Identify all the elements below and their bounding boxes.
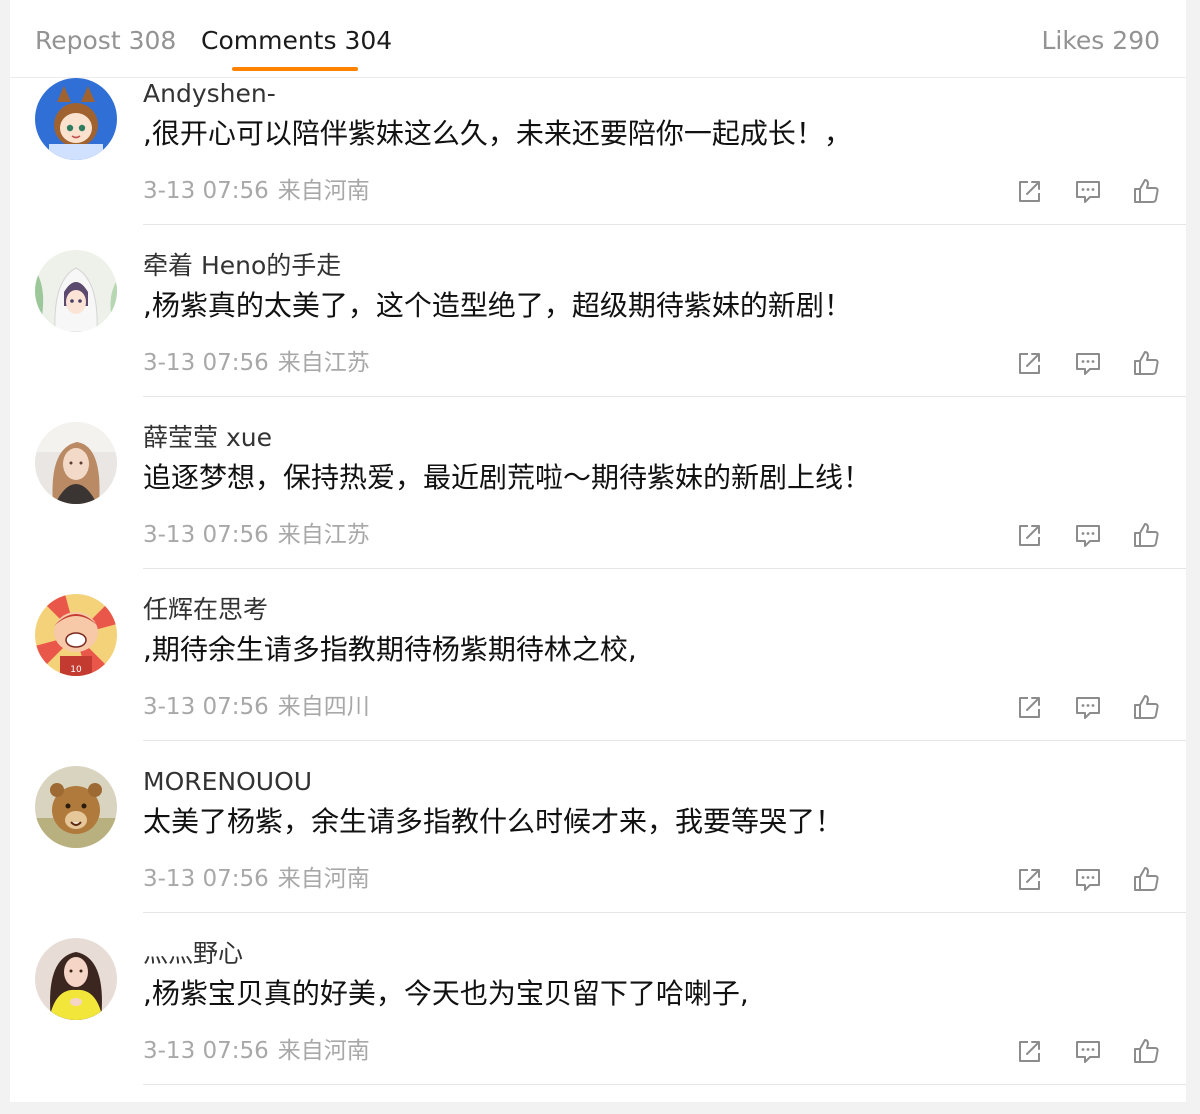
comment-time: 3-13 07:56 xyxy=(143,350,269,376)
tab-repost[interactable]: Repost 308 xyxy=(35,24,176,58)
active-tab-indicator xyxy=(232,67,358,71)
comment-location: 来自河南 xyxy=(277,1038,370,1064)
comment-text: 太美了杨紫，余生请多指教什么时候才来，我要等哭了！ xyxy=(143,805,844,838)
comment-item: 灬灬野心 ,杨紫宝贝真的好美，今天也为宝贝留下了哈喇子, 3-13 07:56 来… xyxy=(10,938,1186,1102)
comment-time: 3-13 07:56 xyxy=(143,522,269,548)
comment-icon[interactable] xyxy=(1073,176,1103,206)
comment-location: 来自江苏 xyxy=(277,350,370,376)
comment-meta: 3-13 07:56 来自河南 xyxy=(143,1036,370,1066)
comment-icon[interactable] xyxy=(1073,692,1103,722)
comment-meta: 3-13 07:56 来自河南 xyxy=(143,176,370,206)
comment-meta: 3-13 07:56 来自河南 xyxy=(143,864,370,894)
comment-icon[interactable] xyxy=(1073,864,1103,894)
comment-item: 薛莹莹 xue 追逐梦想，保持热爱，最近剧荒啦～期待紫妹的新剧上线！ 3-13 … xyxy=(10,422,1186,594)
comment-time: 3-13 07:56 xyxy=(143,866,269,892)
comment-location: 来自河南 xyxy=(277,866,370,892)
comment-meta: 3-13 07:56 来自江苏 xyxy=(143,348,370,378)
comment-time: 3-13 07:56 xyxy=(143,694,269,720)
comment-time: 3-13 07:56 xyxy=(143,178,269,204)
comment-divider xyxy=(143,1084,1186,1085)
comment-meta: 3-13 07:56 来自四川 xyxy=(143,692,370,722)
comment-text: 追逐梦想，保持热爱，最近剧荒啦～期待紫妹的新剧上线！ xyxy=(143,461,872,494)
repost-icon[interactable] xyxy=(1015,692,1045,722)
comment-item: Andyshen- ,很开心可以陪伴紫妹这么久，未来还要陪你一起成长！， 3-1… xyxy=(10,78,1186,250)
lion-cub-avatar-icon[interactable] xyxy=(35,766,117,848)
comment-text: ,杨紫宝贝真的好美，今天也为宝贝留下了哈喇子, xyxy=(143,977,749,1010)
like-icon[interactable] xyxy=(1131,348,1161,378)
repost-icon[interactable] xyxy=(1015,1036,1045,1066)
comment-text: ,很开心可以陪伴紫妹这么久，未来还要陪你一起成长！， xyxy=(143,117,852,150)
like-icon[interactable] xyxy=(1131,176,1161,206)
tab-likes[interactable]: Likes 290 xyxy=(1041,24,1160,58)
comment-username[interactable]: 薛莹莹 xue xyxy=(143,422,272,454)
comment-username[interactable]: 牵着 Heno的手走 xyxy=(143,250,341,282)
comment-text: ,期待余生请多指教期待杨紫期待林之校, xyxy=(143,633,637,666)
repost-icon[interactable] xyxy=(1015,176,1045,206)
comment-time: 3-13 07:56 xyxy=(143,1038,269,1064)
like-icon[interactable] xyxy=(1131,520,1161,550)
comment-location: 来自四川 xyxy=(277,694,370,720)
tab-comments[interactable]: Comments 304 xyxy=(201,24,393,71)
comment-location: 来自河南 xyxy=(277,178,370,204)
cartoon-girl-avatar-icon[interactable] xyxy=(35,78,117,160)
comment-item: MORENOUOU 太美了杨紫，余生请多指教什么时候才来，我要等哭了！ 3-13… xyxy=(10,766,1186,938)
comment-meta: 3-13 07:56 来自江苏 xyxy=(143,520,370,550)
tab-bar: Repost 308 Comments 304 Likes 290 xyxy=(10,0,1186,78)
repost-icon[interactable] xyxy=(1015,864,1045,894)
comments-panel: Repost 308 Comments 304 Likes 290 Andysh… xyxy=(10,0,1186,1102)
comment-icon[interactable] xyxy=(1073,520,1103,550)
photo-woman-avatar-icon[interactable] xyxy=(35,422,117,504)
like-icon[interactable] xyxy=(1131,864,1161,894)
repost-icon[interactable] xyxy=(1015,520,1045,550)
like-icon[interactable] xyxy=(1131,1036,1161,1066)
comment-username[interactable]: 任辉在思考 xyxy=(143,594,268,626)
comment-divider xyxy=(143,912,1186,913)
comment-divider xyxy=(143,568,1186,569)
comment-item: 10 任辉在思考 ,期待余生请多指教期待杨紫期待林之校, 3-13 07:56 来… xyxy=(10,594,1186,766)
comment-username[interactable]: 灬灬野心 xyxy=(143,938,243,970)
comment-icon[interactable] xyxy=(1073,1036,1103,1066)
comment-username[interactable]: MORENOUOU xyxy=(143,766,312,798)
tab-comments-label: Comments 304 xyxy=(201,26,393,55)
comment-icon[interactable] xyxy=(1073,348,1103,378)
anime-hoodie-avatar-icon[interactable] xyxy=(35,250,117,332)
svg-text:10: 10 xyxy=(70,665,82,675)
comment-item: 牵着 Heno的手走 ,杨紫真的太美了，这个造型绝了，超级期待紫妹的新剧！ 3-… xyxy=(10,250,1186,422)
repost-icon[interactable] xyxy=(1015,348,1045,378)
photo-woman-yellow-avatar-icon[interactable] xyxy=(35,938,117,1020)
comment-divider xyxy=(143,740,1186,741)
comment-username[interactable]: Andyshen- xyxy=(143,78,276,110)
comment-text: ,杨紫真的太美了，这个造型绝了，超级期待紫妹的新剧！ xyxy=(143,289,852,322)
comment-divider xyxy=(143,396,1186,397)
cartoon-player-avatar-icon[interactable]: 10 xyxy=(35,594,117,676)
like-icon[interactable] xyxy=(1131,692,1161,722)
comment-location: 来自江苏 xyxy=(277,522,370,548)
comment-divider xyxy=(143,224,1186,225)
